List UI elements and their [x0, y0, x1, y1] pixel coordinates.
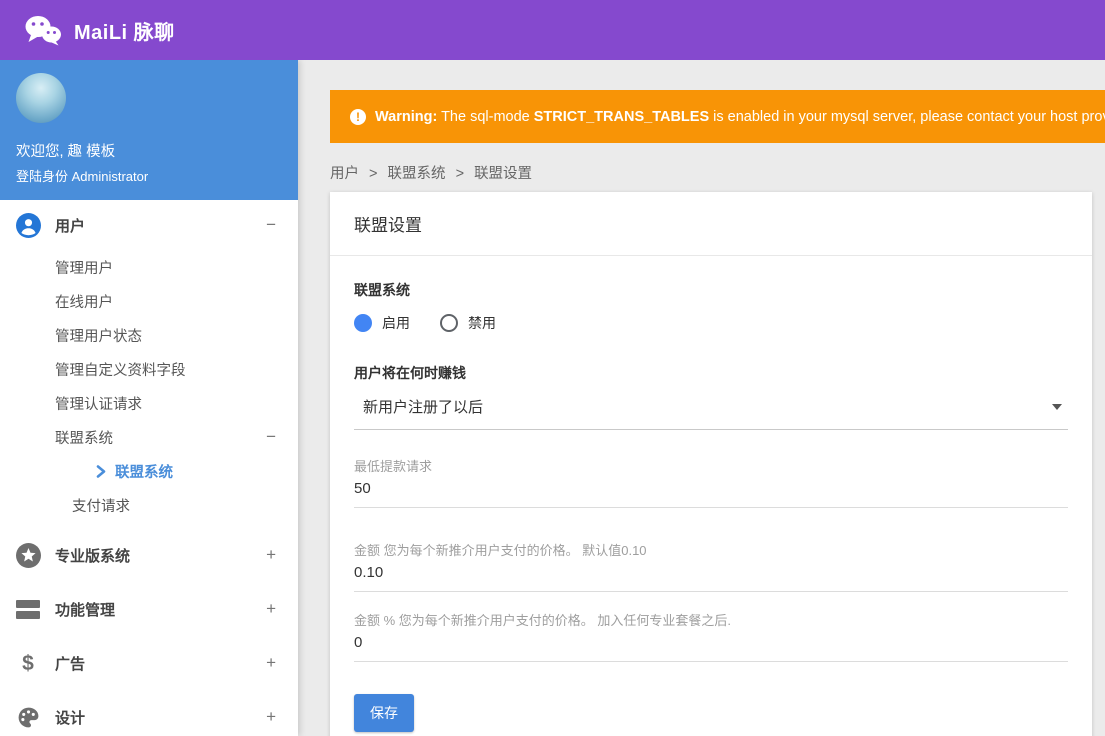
- warning-icon: !: [350, 108, 366, 125]
- sidebar-group-features[interactable]: 功能管理 +: [0, 582, 298, 636]
- alliance-system-radio-group: 启用 禁用: [354, 313, 1068, 333]
- referral-amount-label: 金额 您为每个新推介用户支付的价格。 默认值0.10: [354, 543, 647, 558]
- breadcrumb-users[interactable]: 用户: [330, 166, 359, 182]
- referral-amount-group: 金额 您为每个新推介用户支付的价格。 默认值0.10: [354, 540, 1068, 592]
- sidebar-item-manage-users[interactable]: 管理用户: [0, 250, 298, 284]
- top-header: MaiLi 脉聊: [0, 0, 1105, 60]
- warning-text: Warning: The sql-mode STRICT_TRANS_TABLE…: [375, 109, 1105, 125]
- sidebar-group-users-label: 用户: [55, 217, 86, 235]
- radio-enabled-label[interactable]: 启用: [382, 313, 410, 333]
- app-title: MaiLi 脉聊: [74, 21, 175, 44]
- sidebar-group-features-label: 功能管理: [55, 601, 116, 619]
- chevron-right-icon: [96, 464, 106, 478]
- breadcrumb: 用户 > 联盟系统 > 联盟设置: [330, 162, 1105, 182]
- card-body: 联盟系统 启用 禁用 用户将在何时赚钱 新用户注册了以后 最低提款请求 50 金…: [330, 256, 1092, 736]
- breadcrumb-alliance-system[interactable]: 联盟系统: [388, 166, 446, 182]
- warning-label: Warning:: [375, 108, 438, 125]
- sidebar-group-ads-label: 广告: [55, 655, 86, 673]
- earn-when-label: 用户将在何时赚钱: [354, 365, 466, 381]
- warning-strong: STRICT_TRANS_TABLES: [533, 108, 710, 125]
- active-item-label: 联盟系统: [115, 464, 173, 481]
- bars-icon: [15, 596, 41, 622]
- earn-when-value: 新用户注册了以后: [363, 399, 484, 416]
- warning-text-before: The sql-mode: [441, 108, 530, 125]
- sidebar-item-payment-requests[interactable]: 支付请求: [0, 488, 298, 522]
- profile-role: 登陆身份 Administrator: [16, 169, 149, 184]
- sidebar-group-pro-label: 专业版系统: [55, 547, 131, 565]
- breadcrumb-separator: >: [455, 166, 465, 182]
- sidebar-subgroup-alliance[interactable]: 联盟系统 −: [0, 420, 298, 454]
- app-window: MaiLi 脉聊 欢迎您, 趣 模板 登陆身份 Administrator 用户…: [0, 0, 1105, 736]
- sidebar: 欢迎您, 趣 模板 登陆身份 Administrator 用户 − 管理用户 在…: [0, 60, 298, 736]
- expand-plus-icon: +: [266, 707, 276, 726]
- sidebar-item-custom-fields[interactable]: 管理自定义资料字段: [0, 352, 298, 386]
- breadcrumb-alliance-settings: 联盟设置: [474, 166, 533, 182]
- sidebar-item-user-status[interactable]: 管理用户状态: [0, 318, 298, 352]
- chevron-down-icon: [1052, 403, 1062, 410]
- profile-panel: 欢迎您, 趣 模板 登陆身份 Administrator: [0, 60, 298, 200]
- sidebar-item-alliance-system-active[interactable]: 联盟系统: [0, 454, 298, 488]
- referral-percent-group: 金额 % 您为每个新推介用户支付的价格。 加入任何专业套餐之后.: [354, 610, 1068, 662]
- referral-percent-input[interactable]: [354, 629, 1068, 662]
- sidebar-group-ads[interactable]: $ 广告 +: [0, 636, 298, 690]
- breadcrumb-separator: >: [369, 166, 378, 182]
- min-withdrawal-group: 最低提款请求: [354, 456, 1068, 508]
- referral-amount-input[interactable]: [354, 559, 1068, 592]
- earn-when-group: 用户将在何时赚钱 新用户注册了以后: [354, 363, 1068, 430]
- referral-percent-label: 金额 % 您为每个新推介用户支付的价格。 加入任何专业套餐之后.: [354, 613, 732, 628]
- warning-banner: ! Warning: The sql-mode STRICT_TRANS_TAB…: [330, 90, 1105, 143]
- alliance-subgroup-label: 联盟系统: [55, 430, 113, 447]
- sidebar-menu: 用户 − 管理用户 在线用户 管理用户状态 管理自定义资料字段 管理认证请求 联…: [0, 200, 298, 736]
- min-withdrawal-label: 最低提款请求: [354, 459, 433, 474]
- save-button[interactable]: 保存: [354, 694, 414, 732]
- radio-enabled[interactable]: [354, 314, 372, 332]
- palette-icon: [15, 704, 41, 730]
- sidebar-group-pro[interactable]: 专业版系统 +: [0, 528, 298, 582]
- collapse-minus-icon: −: [266, 427, 276, 446]
- min-withdrawal-input[interactable]: [354, 475, 1068, 508]
- collapse-minus-icon: −: [266, 215, 276, 234]
- expand-plus-icon: +: [266, 545, 276, 564]
- card-title: 联盟设置: [330, 192, 1092, 256]
- main-content: ! Warning: The sql-mode STRICT_TRANS_TAB…: [298, 60, 1105, 736]
- profile-welcome: 欢迎您, 趣 模板: [16, 144, 116, 160]
- alliance-system-label: 联盟系统: [354, 282, 410, 298]
- warning-text-after: is enabled in your mysql server, please …: [713, 108, 1105, 125]
- earn-when-select[interactable]: 新用户注册了以后: [354, 396, 1068, 430]
- sidebar-group-design[interactable]: 设计 +: [0, 690, 298, 736]
- sidebar-group-design-label: 设计: [55, 709, 86, 727]
- radio-disabled[interactable]: [440, 314, 458, 332]
- user-icon: [15, 212, 41, 238]
- expand-plus-icon: +: [266, 653, 276, 672]
- avatar[interactable]: [16, 73, 66, 123]
- sidebar-group-users[interactable]: 用户 −: [0, 200, 298, 250]
- sidebar-item-online-users[interactable]: 在线用户: [0, 284, 298, 318]
- radio-disabled-label[interactable]: 禁用: [468, 313, 496, 333]
- alliance-settings-card: 联盟设置 联盟系统 启用 禁用 用户将在何时赚钱 新用户注册了以后 最低提款请求…: [330, 192, 1092, 736]
- wechat-logo-icon: [25, 16, 61, 46]
- sidebar-item-verification-requests[interactable]: 管理认证请求: [0, 386, 298, 420]
- expand-plus-icon: +: [266, 599, 276, 618]
- star-icon: [15, 542, 41, 568]
- dollar-icon: $: [22, 651, 34, 675]
